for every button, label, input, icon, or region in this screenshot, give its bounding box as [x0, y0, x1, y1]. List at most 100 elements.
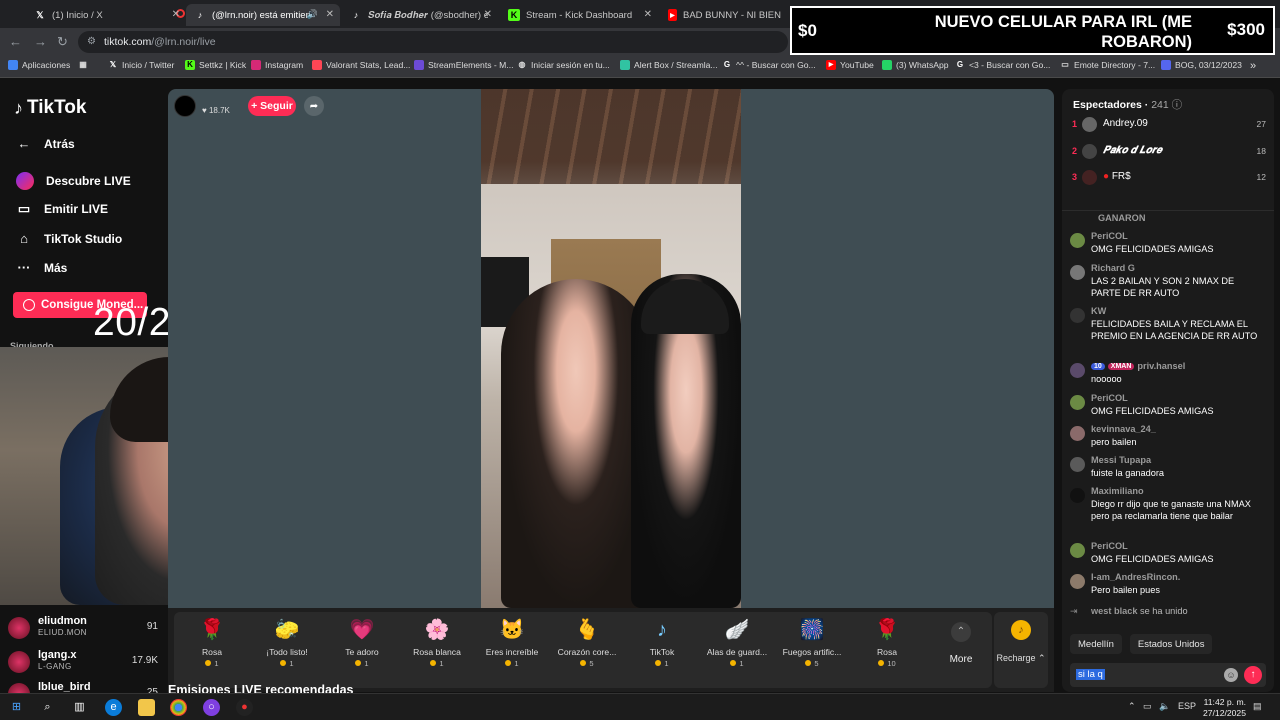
follow-button[interactable]: + Seguir — [248, 96, 296, 116]
bookmark-apps[interactable]: Aplicaciones — [8, 60, 70, 70]
chevron-up-icon[interactable]: ⌃ — [1128, 701, 1136, 712]
viewers-heading[interactable]: Espectadores · 241 ⓘ — [1073, 97, 1182, 112]
back-button[interactable]: ← Atrás — [16, 136, 75, 151]
gift-item[interactable]: 🫰 Corazón core... 5 — [549, 618, 625, 668]
chat-username[interactable]: PeriCOL — [1091, 541, 1128, 551]
more-bookmarks-chevron-icon[interactable]: » — [1250, 60, 1256, 72]
info-icon[interactable]: ⓘ — [1172, 99, 1183, 111]
avatar[interactable] — [1070, 574, 1085, 589]
gift-item[interactable]: 💗 Te adoro 1 — [324, 618, 400, 668]
host-avatar[interactable] — [174, 95, 196, 117]
send-icon[interactable]: ↑ — [1244, 666, 1262, 684]
tab-sofia[interactable]: ♪ 𝑺𝒐𝒇𝒊𝒂 𝑩𝒐𝒅𝒉𝒆𝒓 (@sbodher) e ✕ — [342, 4, 498, 26]
close-icon[interactable]: ✕ — [326, 9, 334, 20]
share-icon[interactable]: ➦ — [304, 96, 324, 116]
bookmark-whatsapp[interactable]: (3) WhatsApp — [882, 60, 949, 70]
top-viewer-row[interactable]: 1 Andrey.09 27 — [1072, 115, 1266, 135]
bookmark-streamlabs[interactable]: Alert Box / Streamla... — [620, 60, 718, 70]
volume-icon[interactable]: 🔈 — [1159, 701, 1170, 712]
bookmark-twitter[interactable]: 𝕏 Inicio / Twitter — [108, 60, 175, 70]
network-icon[interactable]: ▭ — [1143, 701, 1152, 712]
chrome-icon[interactable] — [170, 699, 187, 716]
list-item[interactable]: lgang.x L-GANG 17.9K — [8, 649, 158, 675]
tab-tiktok-live[interactable]: ♪ (@lrn.noir) está emitien 🔊 ✕ — [186, 4, 340, 26]
chat-username[interactable]: PeriCOL — [1091, 393, 1128, 403]
chat-username[interactable]: Maximiliano — [1091, 486, 1144, 496]
emoji-icon[interactable]: ☺ — [1224, 668, 1238, 682]
bookmark-google[interactable]: G ^^ - Buscar con Go... — [722, 60, 816, 70]
system-clock[interactable]: 11:42 p. m. 27/12/2025 — [1203, 697, 1246, 719]
reload-icon[interactable]: ↻ — [57, 34, 68, 50]
top-viewer-row[interactable]: 2 𝑷𝒂𝒌𝒐 𝒅 𝑳𝒐𝒓𝒆 18 — [1072, 142, 1266, 162]
close-icon[interactable]: ✕ — [172, 9, 180, 20]
avatar[interactable] — [1070, 308, 1085, 323]
gift-item[interactable]: 🎆 Fuegos artific... 5 — [774, 618, 850, 668]
bookmark-kick[interactable]: K Settkz | Kick — [185, 60, 246, 70]
bookmark-valorant[interactable]: Valorant Stats, Lead... — [312, 60, 410, 70]
obs-icon[interactable]: ○ — [203, 699, 220, 716]
back-arrow-icon[interactable]: ← — [9, 34, 22, 49]
gift-item[interactable]: 🧽 ¡Todo listo! 1 — [249, 618, 325, 668]
location-chip-estados-unidos[interactable]: Estados Unidos — [1129, 634, 1213, 654]
gift-item[interactable]: 🪽 Alas de guard... 1 — [699, 618, 775, 668]
avatar[interactable] — [1070, 233, 1085, 248]
tab-kick[interactable]: K Stream - Kick Dashboard ✕ — [500, 4, 658, 26]
sidebar-item-tiktok-studio[interactable]: ⌂ TikTok Studio — [16, 231, 122, 246]
gift-item[interactable]: 🌸 Rosa blanca 1 — [399, 618, 475, 668]
top-viewer-row[interactable]: 3 ● FR$ 12 — [1072, 168, 1266, 188]
chat-username[interactable]: I-am_AndresRincon. — [1091, 572, 1180, 582]
windows-start-icon[interactable]: ⊞ — [8, 699, 25, 716]
site-info-icon[interactable]: ⚙ — [87, 36, 96, 47]
gift-item[interactable]: 🐱 Eres increíble 1 — [474, 618, 550, 668]
bookmark-youtube[interactable]: ▶ YouTube — [826, 60, 874, 70]
avatar[interactable] — [1070, 426, 1085, 441]
chat-username[interactable]: 10 XMAN priv.hansel — [1091, 361, 1185, 371]
sidebar-item-mas[interactable]: ··· Más — [16, 260, 68, 275]
notification-icon[interactable]: ▤ — [1253, 701, 1262, 712]
edge-icon[interactable]: e — [105, 699, 122, 716]
url-field[interactable]: ⚙ tiktok.com/@lrn.noir/live — [78, 31, 788, 53]
search-icon[interactable]: ⌕ — [39, 699, 56, 716]
file-explorer-icon[interactable] — [138, 699, 155, 716]
close-icon[interactable]: ✕ — [644, 9, 652, 20]
list-item[interactable]: eliudmon ELIUD.MON 91 — [8, 615, 158, 641]
avatar[interactable] — [1070, 265, 1085, 280]
gift-item[interactable]: 🌹 Rosa 1 — [174, 618, 250, 668]
language-indicator[interactable]: ESP — [1178, 701, 1196, 711]
avatar[interactable] — [1070, 363, 1085, 378]
location-chip-medellin[interactable]: Medellín — [1070, 634, 1122, 654]
chat-username[interactable]: kevinnava_24_ — [1091, 424, 1156, 434]
avatar[interactable] — [1070, 488, 1085, 503]
avatar[interactable] — [1070, 457, 1085, 472]
forward-arrow-icon[interactable]: → — [34, 34, 47, 49]
live-player[interactable]: ♥ 18.7K + Seguir ➦ — [168, 89, 1054, 608]
recharge-button[interactable]: ♪ Recharge ⌃ — [994, 612, 1048, 688]
chat-input[interactable]: si la q ☺ ↑ — [1070, 663, 1266, 687]
sidebar-item-descubre-live[interactable]: Descubre LIVE — [16, 172, 131, 190]
bookmark-bog[interactable]: BOG, 03/12/2023 — [1161, 60, 1242, 70]
close-icon[interactable]: ✕ — [484, 9, 492, 20]
chat-username[interactable]: Richard G — [1091, 263, 1135, 273]
host-info[interactable]: ♥ 18.7K — [174, 95, 230, 117]
chat-username[interactable]: PeriCOL — [1091, 231, 1128, 241]
bookmark-grid[interactable]: ▦ — [78, 60, 88, 70]
tiktok-logo[interactable]: ♪ TikTok — [14, 97, 86, 119]
tab-x[interactable]: 𝕏 (1) Inicio / X ✕ — [26, 4, 186, 26]
bookmark-instagram[interactable]: Instagram — [251, 60, 303, 70]
recording-app-icon[interactable]: ● — [236, 699, 253, 716]
avatar[interactable] — [1070, 543, 1085, 558]
bookmark-streamelements[interactable]: StreamElements - M... — [414, 60, 513, 70]
speaker-icon[interactable]: 🔊 — [307, 9, 318, 20]
chat-username[interactable]: Messi Tupapa — [1091, 455, 1151, 465]
avatar[interactable] — [1070, 395, 1085, 410]
tab-youtube[interactable]: ▶ BAD BUNNY - NI BIEN NI MAL — [660, 4, 790, 26]
chat-input-value[interactable]: si la q — [1076, 669, 1105, 680]
bookmark-login[interactable]: ◍ Iniciar sesión en tu... — [517, 60, 610, 70]
gift-item[interactable]: ♪ TikTok 1 — [624, 618, 700, 668]
gift-item[interactable]: 🌹 Rosa 10 — [849, 618, 925, 668]
more-gifts-button[interactable]: ⌃ More — [936, 618, 986, 665]
sidebar-item-emitir-live[interactable]: ▭ Emitir LIVE — [16, 201, 108, 217]
task-view-icon[interactable]: ▥ — [71, 699, 88, 716]
chat-username[interactable]: KW — [1091, 306, 1106, 316]
bookmark-google-2[interactable]: G <3 - Buscar con Go... — [955, 60, 1051, 70]
